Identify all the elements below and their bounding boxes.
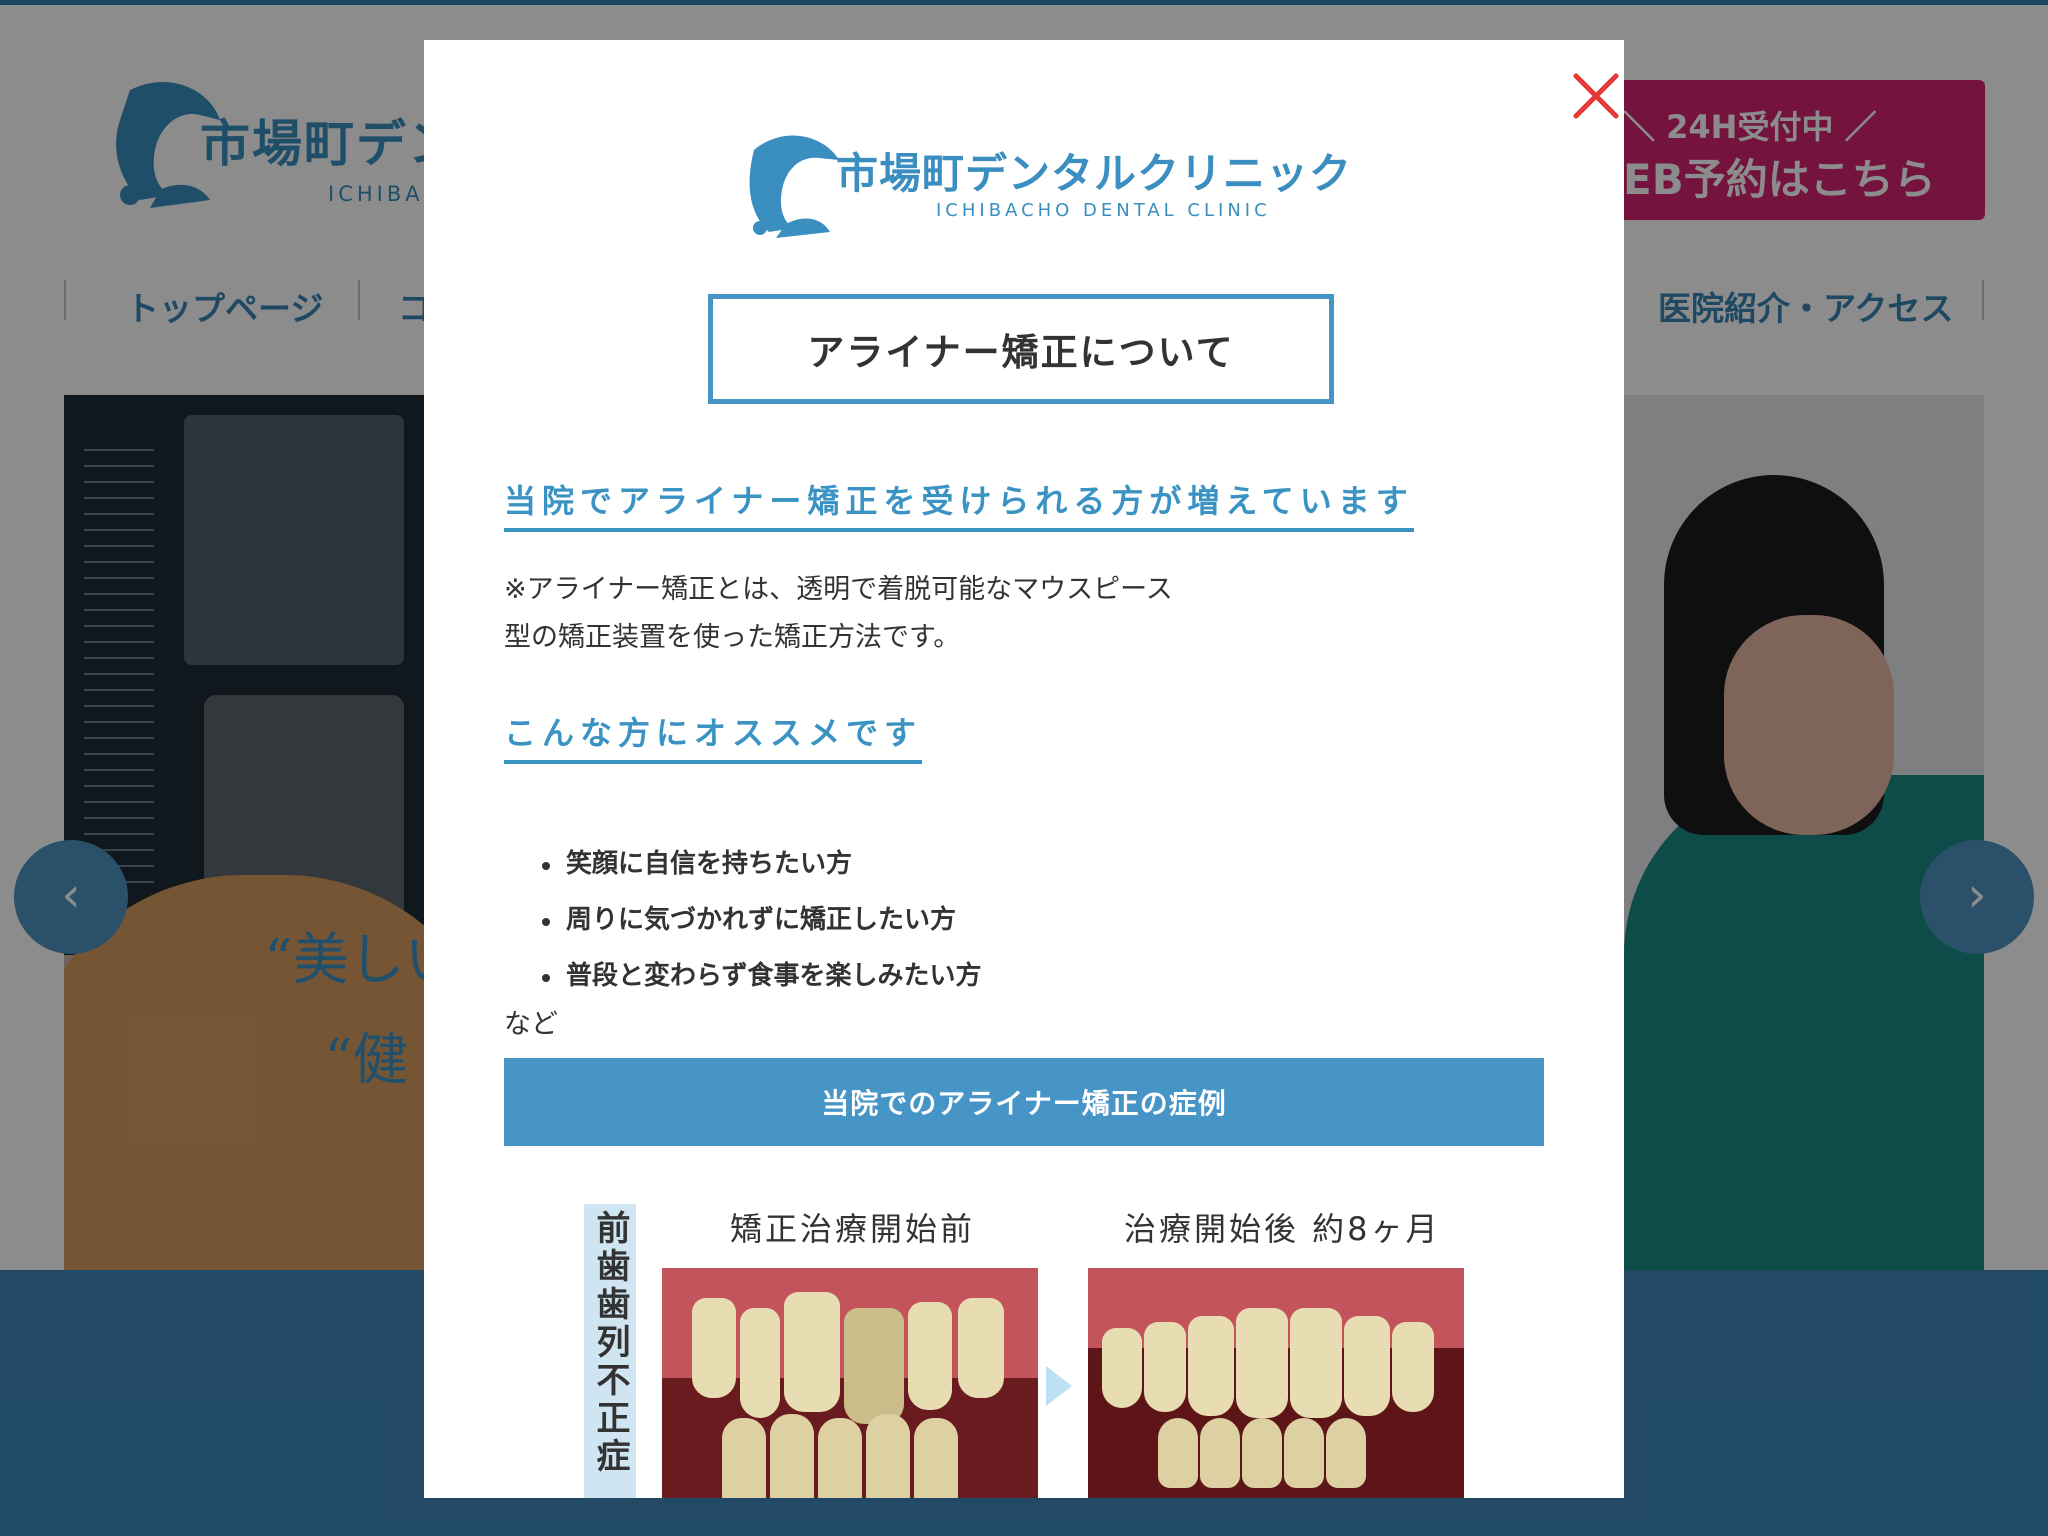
recommend-list: 笑顔に自信を持ちたい方 周りに気づかれずに矯正したい方 普段と変わらず食事を楽し… [504,836,1304,1004]
list-item: 普段と変わらず食事を楽しみたい方 [504,948,1304,1004]
modal-clinic-name: 市場町デンタルクリニック [836,149,1353,198]
aligner-description: ※アライナー矯正とは、透明で着脱可能なマウスピース 型の矯正装置を使った矯正方法… [504,566,1224,662]
modal-title: アライナー矯正について [807,331,1235,374]
list-item: 笑顔に自信を持ちたい方 [504,836,1304,892]
close-icon[interactable] [1560,60,1624,132]
case-before-caption: 矯正治療開始前 [730,1210,976,1248]
case-arrow-icon [1046,1366,1072,1406]
case-after-photo [1088,1268,1464,1498]
list-etc: など [504,1009,558,1040]
cases-button[interactable]: 当院でのアライナー矯正の症例 [504,1058,1544,1146]
aligner-modal: 市場町デンタルクリニック ICHIBACHO DENTAL CLINIC アライ… [424,40,1624,1498]
list-item: 周りに気づかれずに矯正したい方 [504,892,1304,948]
case-before-photo [662,1268,1038,1498]
modal-clinic-sub: ICHIBACHO DENTAL CLINIC [936,200,1271,221]
section-heading-increase: 当院でアライナー矯正を受けられる方が増えています [504,476,1414,532]
modal-title-box: アライナー矯正について [708,294,1334,404]
section-heading-recommend: こんな方にオススメです [504,708,923,764]
case-vertical-label: 前歯歯列不正症 [584,1204,636,1498]
aligner-description-line2: 型の矯正装置を使った矯正方法です。 [504,622,961,653]
cases-button-label: 当院でのアライナー矯正の症例 [821,1087,1227,1120]
aligner-description-line1: ※アライナー矯正とは、透明で着脱可能なマウスピース [504,574,1173,605]
case-after-caption: 治療開始後 約8ヶ月 [1124,1210,1441,1248]
